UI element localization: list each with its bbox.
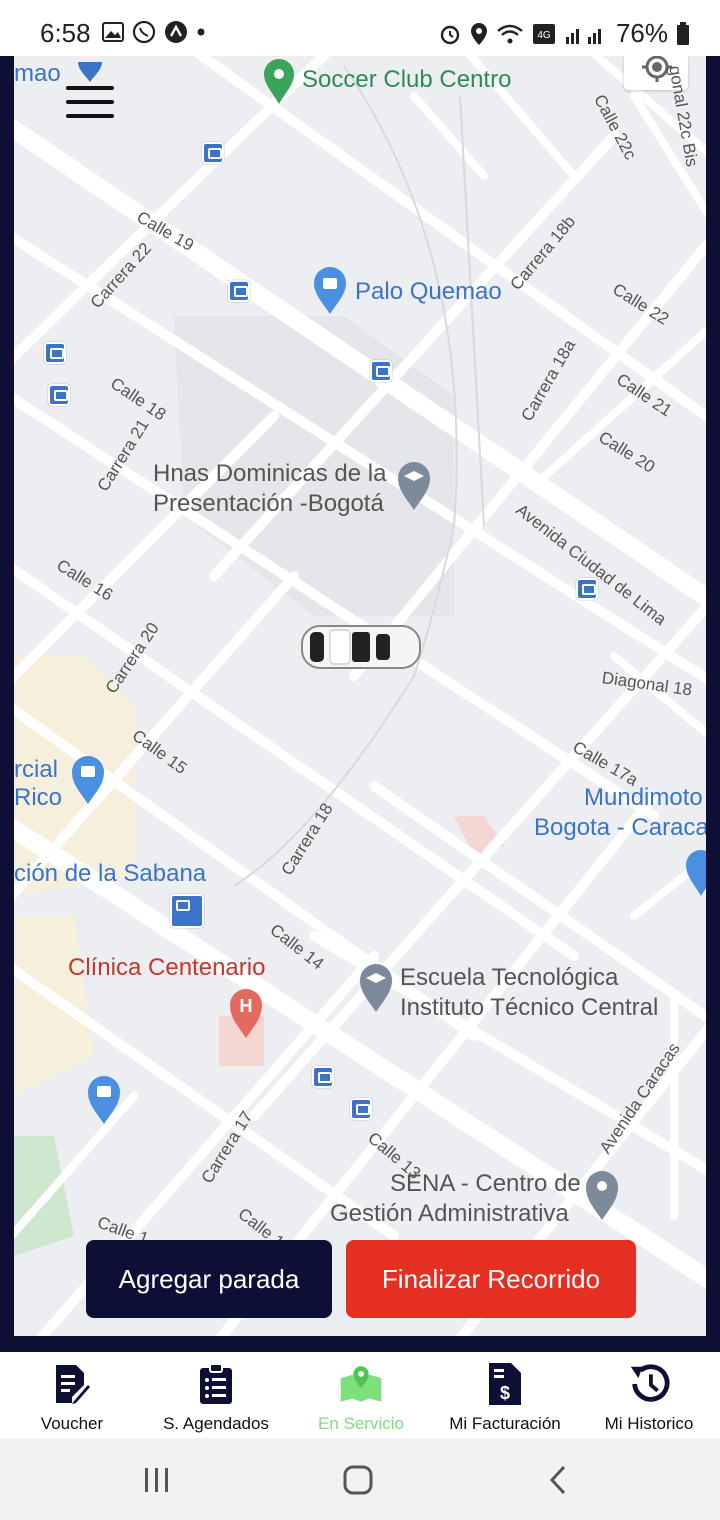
tab-voucher[interactable]: Voucher [22,1352,122,1438]
tab-en-servicio[interactable]: En Servicio [306,1352,416,1438]
menu-line-icon [66,114,114,118]
signal-icon [565,28,601,44]
bus-station-icon[interactable] [170,894,204,928]
tab-label: Mi Historico [604,1414,694,1433]
home-icon[interactable] [342,1464,374,1496]
document-edit-icon [50,1360,94,1408]
place-marker-icon [78,62,102,82]
tab-s-agendados[interactable]: S. Agendados [156,1352,276,1438]
wifi-icon [497,24,523,43]
svg-text:H: H [240,996,253,1016]
hamburger-menu-button[interactable] [66,86,116,122]
poi-comercial-line2[interactable]: Rico [14,784,62,812]
bus-stop-icon[interactable] [48,384,70,406]
location-icon [470,22,487,45]
volte-4g-icon: 4G [532,23,555,44]
finish-trip-button[interactable]: Finalizar Recorrido [346,1240,636,1318]
menu-line-icon [66,86,114,90]
tab-mi-facturacion[interactable]: $ Mi Facturación [440,1352,570,1438]
status-notification-icons [102,20,206,44]
dot-icon [197,28,205,36]
soccer-club-marker-icon[interactable] [262,58,296,104]
whatsapp-icon [132,20,156,44]
app-notification-icon [165,21,187,43]
school-marker-icon[interactable] [396,460,432,510]
poi-mundimoto-line2[interactable]: Bogota - Caraca [534,814,706,842]
svg-text:$: $ [500,1383,510,1403]
tab-label: Mi Facturación [449,1414,561,1433]
shopping-marker-icon-2[interactable] [86,1074,122,1124]
poi-palo-quemao[interactable]: Palo Quemao [355,278,502,306]
bus-stop-icon[interactable] [312,1066,334,1088]
tab-mi-historico[interactable]: Mi Historico [594,1352,704,1438]
poi-clinica-centenario[interactable]: Clínica Centenario [68,954,265,982]
menu-line-icon [66,100,114,104]
map-pin-icon [339,1360,383,1408]
poi-sena-line2[interactable]: Gestión Administrativa [330,1200,569,1228]
bus-stop-icon[interactable] [228,280,250,302]
map-view[interactable]: mao Soccer Club Centro Calle 22c gonal 2… [14,56,706,1336]
svg-text:4G: 4G [537,30,551,41]
system-navigation-bar [0,1438,720,1520]
battery-percentage: 76% [615,18,668,48]
tab-label: S. Agendados [163,1414,269,1433]
hospital-marker-icon[interactable]: H [228,986,264,1038]
mundimoto-marker-icon[interactable] [684,848,706,896]
poi-mundimoto-line1[interactable]: Mundimoto [584,784,703,812]
alarm-icon [440,25,460,44]
poi-hnas-dominicas-line2[interactable]: Presentación -Bogotá [153,490,384,518]
status-time: 6:58 [40,18,91,48]
map-frame: mao Soccer Club Centro Calle 22c gonal 2… [0,56,720,1352]
bus-stop-icon[interactable] [202,142,224,164]
status-bar: 6:58 4G 76% [0,0,720,64]
poi-escuela-line1[interactable]: Escuela Tecnológica [400,964,618,992]
shopping-bag-marker-icon[interactable] [312,266,348,314]
poi-quemao-partial: mao [14,60,61,87]
poi-soccer-club[interactable]: Soccer Club Centro [302,66,511,94]
status-system-icons: 4G 76% [438,18,690,49]
poi-sabana[interactable]: ción de la Sabana [14,860,206,888]
history-icon [627,1360,671,1408]
tab-label: En Servicio [318,1414,404,1433]
clipboard-list-icon [194,1360,238,1408]
back-icon[interactable] [546,1464,570,1496]
escuela-marker-icon[interactable] [358,962,394,1012]
battery-icon [677,21,689,45]
invoice-dollar-icon: $ [483,1360,527,1408]
sena-marker-icon[interactable] [584,1168,620,1220]
recent-apps-icon[interactable] [142,1466,172,1494]
vehicle-marker-icon [301,625,421,669]
poi-escuela-line2[interactable]: Instituto Técnico Central [400,994,658,1022]
bus-stop-icon[interactable] [576,578,598,600]
gallery-icon [102,22,124,42]
poi-sena-line1[interactable]: SENA - Centro de [390,1170,581,1198]
poi-hnas-dominicas-line1[interactable]: Hnas Dominicas de la [153,460,386,488]
add-stop-button[interactable]: Agregar parada [86,1240,332,1318]
tab-label: Voucher [40,1414,104,1433]
bus-stop-icon[interactable] [350,1098,372,1120]
bottom-tab-bar: Voucher S. Agendados En Servicio $ Mi Fa… [0,1352,720,1438]
shopping-marker-icon[interactable] [70,754,106,804]
bus-stop-icon[interactable] [370,360,392,382]
poi-comercial-line1[interactable]: rcial [14,756,58,784]
bus-stop-icon[interactable] [44,342,66,364]
